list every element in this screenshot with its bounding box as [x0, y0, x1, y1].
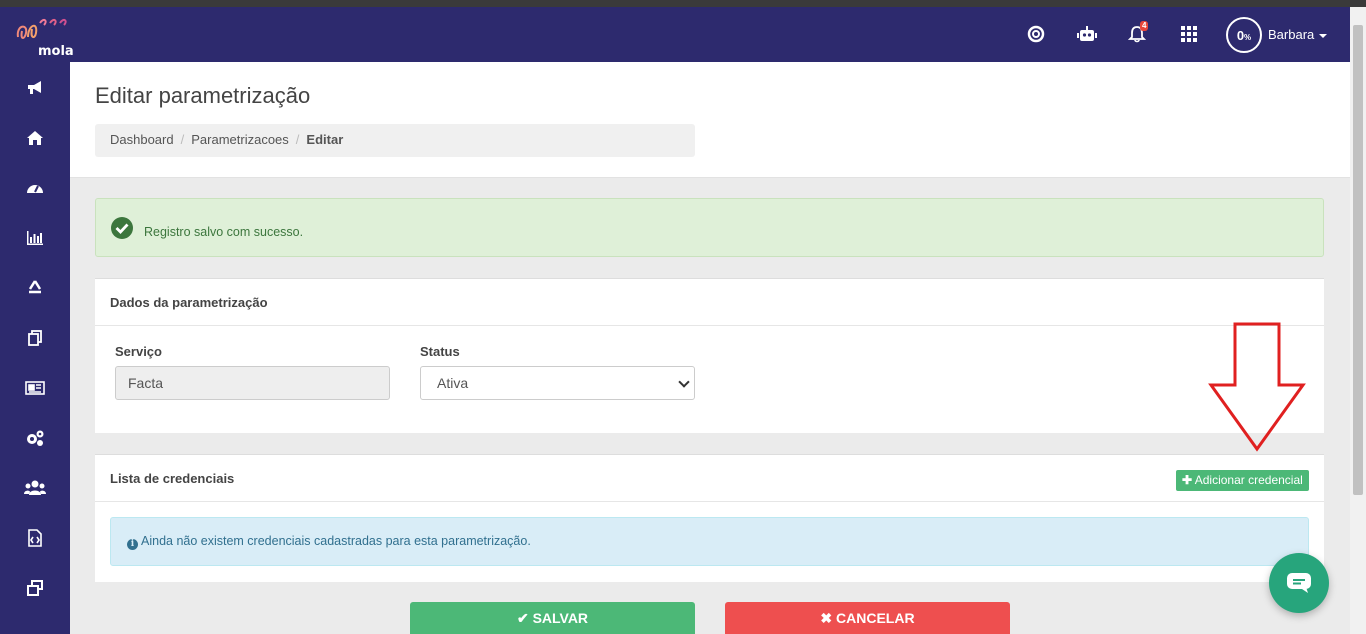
add-credential-button[interactable]: ✚ Adicionar credencial [1176, 470, 1309, 491]
status-select[interactable]: Ativa [420, 366, 695, 400]
windows-icon[interactable] [23, 576, 47, 600]
brand-logo[interactable]: mola [14, 15, 74, 59]
breadcrumb-current: Editar [306, 132, 344, 147]
panel-heading: Lista de credenciais ✚ Adicionar credenc… [95, 455, 1324, 502]
logo-mark [16, 18, 67, 39]
documents-icon[interactable] [23, 326, 47, 350]
lifebuoy-icon[interactable] [1021, 19, 1051, 49]
info-alert: i Ainda não existem credenciais cadastrad… [110, 517, 1309, 566]
add-credential-label: Adicionar credencial [1194, 473, 1303, 487]
user-menu[interactable]: Barbara [1268, 27, 1328, 42]
sidebar [0, 62, 70, 634]
servico-field: Facta [115, 366, 390, 400]
save-label: SALVAR [532, 610, 589, 626]
progress-indicator[interactable]: 0% [1226, 17, 1262, 53]
chat-widget-button[interactable] [1269, 553, 1329, 613]
robot-icon[interactable] [1066, 19, 1108, 66]
code-file-icon[interactable] [23, 526, 47, 550]
megaphone-icon[interactable] [23, 76, 47, 100]
page-title: Editar parametrização [95, 83, 311, 108]
success-message: Registro salvo com sucesso. [144, 225, 304, 239]
page-scrollbar[interactable] [1350, 7, 1366, 634]
check-circle-icon [111, 217, 133, 239]
plus-icon: ✚ [1182, 473, 1193, 487]
apps-grid-icon[interactable] [1174, 19, 1204, 49]
panel-lista-credenciais: Lista de credenciais ✚ Adicionar credenc… [95, 454, 1324, 582]
cancel-label: CANCELAR [836, 610, 915, 626]
save-button[interactable]: ✔ SALVAR [410, 602, 695, 634]
dashboard-gauge-icon[interactable] [23, 176, 47, 200]
breadcrumb-dashboard[interactable]: Dashboard [110, 132, 174, 147]
breadcrumb-parametrizacoes[interactable]: Parametrizacoes [191, 132, 289, 147]
main-content: Editar parametrização Dashboard / Parametr… [70, 62, 1350, 634]
breadcrumb-separator: / [180, 132, 185, 147]
panel-title: Lista de credenciais [110, 471, 235, 486]
servico-label: Serviço [115, 344, 162, 359]
success-alert: Registro salvo com sucesso. [95, 198, 1324, 257]
status-selected-value: Ativa [437, 375, 469, 391]
breadcrumb-separator: / [295, 132, 300, 147]
annotation-arrow-down-icon [1208, 322, 1306, 452]
cancel-button[interactable]: ✖ CANCELAR [725, 602, 1010, 634]
caret-down-icon [1319, 33, 1328, 38]
logo-text: mola [38, 44, 74, 59]
recycle-icon[interactable] [23, 276, 47, 300]
chat-icon [1287, 573, 1311, 593]
panel-dados-parametrizacao: Dados da parametrização Serviço Facta St… [95, 278, 1324, 433]
browser-top-strip [0, 0, 1366, 7]
notification-badge: 4 [1140, 21, 1149, 31]
newspaper-icon[interactable] [23, 376, 47, 400]
info-circle-icon: i [127, 539, 138, 550]
check-icon: ✔ [516, 610, 529, 626]
progress-unit: % [1244, 32, 1252, 42]
users-icon[interactable] [23, 476, 47, 500]
times-icon: ✖ [820, 610, 833, 626]
bar-chart-icon[interactable] [23, 226, 47, 250]
top-navbar: mola 4 0% Barbara [0, 7, 1350, 66]
page-header: Editar parametrização Dashboard / Parametr… [70, 62, 1350, 178]
breadcrumb: Dashboard / Parametrizacoes / Editar [95, 124, 695, 157]
status-label: Status [420, 344, 460, 359]
panel-heading: Dados da parametrização [95, 279, 1324, 326]
home-icon[interactable] [23, 126, 47, 150]
chevron-down-icon [678, 376, 690, 388]
scrollbar-thumb[interactable] [1353, 25, 1363, 495]
info-message: Ainda não existem credenciais cadastrada… [141, 534, 531, 548]
bell-icon[interactable]: 4 [1122, 19, 1152, 49]
user-name: Barbara [1268, 27, 1315, 42]
progress-value: 0 [1236, 27, 1245, 43]
gears-icon[interactable] [23, 426, 47, 450]
